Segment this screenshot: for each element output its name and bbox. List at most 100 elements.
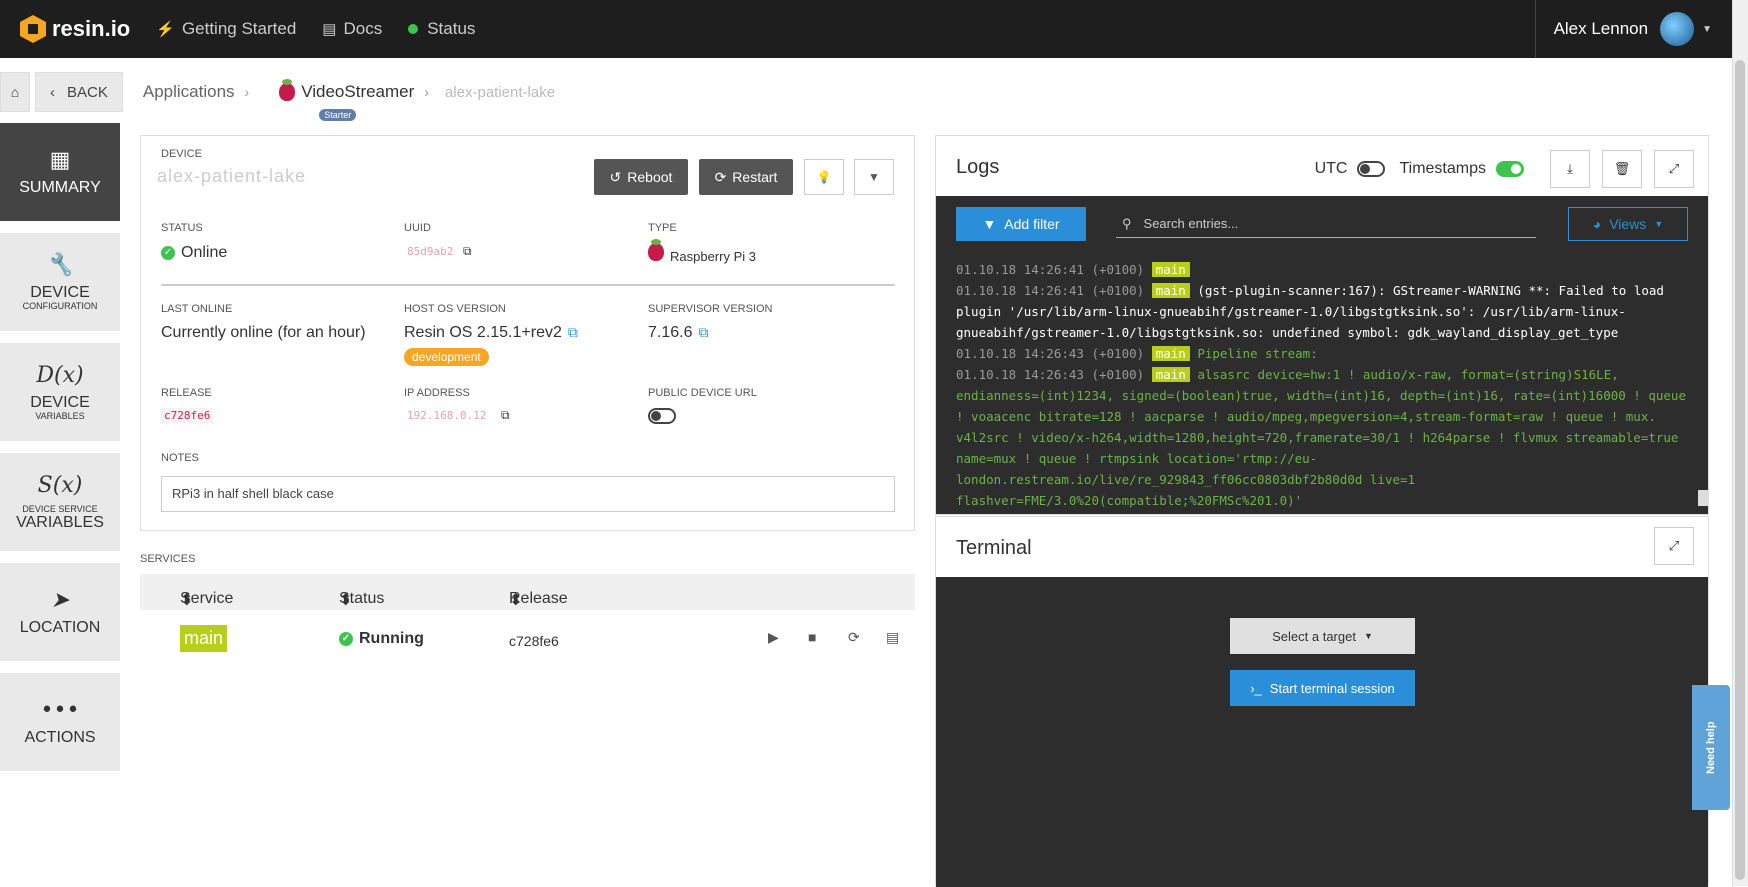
nav-docs[interactable]: ▤ Docs (322, 19, 382, 39)
public-url-toggle[interactable] (648, 408, 676, 424)
nav-getting-started[interactable]: ⚡ Getting Started (156, 19, 296, 39)
play-icon[interactable]: ▶ (768, 629, 779, 646)
reboot-icon: ↺ (609, 168, 622, 185)
terminal-body: Select a target ▼ ›_ Start terminal sessio… (936, 577, 1708, 887)
sidebar-item-device-service-variables[interactable]: S(x) DEVICE SERVICE VARIABLES (0, 453, 120, 551)
restart-label: Restart (732, 169, 778, 185)
host-os-label: HOST OS VERSION (404, 303, 506, 315)
external-link-icon[interactable]: ⧉ (568, 324, 578, 340)
clear-logs-button[interactable]: 🗑 (1602, 150, 1642, 188)
uuid-value: 85d9ab2 (407, 245, 454, 258)
sidebar: ▦ SUMMARY 🔧 DEVICE CONFIGURATION D(x) DE… (0, 123, 120, 783)
bolt-icon: ⚡ (156, 21, 175, 38)
need-help-tab[interactable]: Need help (1692, 685, 1730, 810)
utc-toggle[interactable] (1357, 161, 1386, 177)
logs-panel: Logs UTC Timestamps ⤓ 🗑 ⤢ ▼ Add filter ⚲ S… (935, 135, 1709, 515)
divider (161, 284, 895, 286)
add-filter-label: Add filter (1004, 216, 1060, 232)
sidebar-item-device-variables[interactable]: D(x) DEVICE VARIABLES (0, 343, 120, 441)
copy-icon[interactable]: ⧉ (501, 408, 510, 423)
copy-icon[interactable]: ⧉ (463, 244, 472, 259)
sidebar-label: VARIABLES (16, 513, 104, 531)
log-scrollbar[interactable] (1698, 490, 1708, 506)
restart-service-icon[interactable]: ⟳ (848, 629, 860, 646)
identify-button[interactable]: 💡 (804, 159, 844, 195)
log-line: 01.10.18 14:26:43 (+0100) main Pipeline … (956, 343, 1696, 364)
nav-status[interactable]: Status (408, 19, 475, 39)
status-dot-icon (408, 24, 419, 34)
sidebar-item-device-configuration[interactable]: 🔧 DEVICE CONFIGURATION (0, 233, 120, 331)
page-scrollbar[interactable] (1732, 0, 1748, 886)
logs-controls: UTC Timestamps ⤓ 🗑 ⤢ (1315, 150, 1694, 188)
reboot-button[interactable]: ↺ Reboot (594, 159, 688, 195)
logo-text: resin.io (52, 16, 131, 41)
scroll-thumb[interactable] (1735, 60, 1745, 880)
raspberry-pi-icon (648, 239, 664, 261)
log-line: 01.10.18 14:26:43 (+0100) main alsasrc d… (956, 364, 1696, 511)
views-label: Views (1609, 216, 1647, 232)
timestamps-label: Timestamps (1399, 160, 1486, 177)
device-section-label: DEVICE (161, 148, 202, 160)
search-input[interactable]: ⚲ Search entries... (1116, 210, 1536, 238)
avatar (1660, 12, 1695, 46)
stop-icon[interactable]: ■ (808, 629, 816, 645)
crumb-app[interactable]: VideoStreamer Starter (279, 79, 415, 121)
timestamps-toggle[interactable] (1496, 161, 1524, 177)
ellipsis-icon: ••• (40, 697, 80, 723)
ip-label: IP ADDRESS (404, 387, 470, 399)
log-service-tag: main (1151, 262, 1190, 277)
expand-terminal-button[interactable]: ⤢ (1654, 527, 1694, 565)
notes-textarea[interactable]: RPi3 in half shell black case (161, 476, 895, 512)
sidebar-item-location[interactable]: ➤ LOCATION (0, 563, 120, 661)
terminal-header: Terminal ⤢ (936, 517, 1708, 577)
utc-label: UTC (1314, 160, 1348, 177)
device-name[interactable]: alex-patient-lake (157, 166, 306, 187)
expand-logs-button[interactable]: ⤢ (1654, 150, 1694, 188)
start-terminal-button[interactable]: ›_ Start terminal session (1230, 670, 1415, 706)
chevron-down-icon: ▼ (1654, 219, 1664, 229)
terminal-icon[interactable]: ▤ (886, 629, 899, 646)
chevron-down-icon: ▼ (868, 170, 880, 184)
sidebar-sublabel: DEVICE SERVICE (22, 503, 98, 514)
status-label: STATUS (161, 222, 203, 234)
home-button[interactable]: ⌂ (0, 72, 30, 112)
expand-icon: ⤢ (1668, 538, 1680, 553)
sidebar-item-summary[interactable]: ▦ SUMMARY (0, 123, 120, 221)
select-target-label: Select a target (1272, 628, 1356, 644)
table-row: main ✓ Running c728fe6 ▶ ■ ⟳ ▤ (140, 615, 915, 665)
views-dropdown[interactable]: ◕ Views ▼ (1568, 207, 1688, 241)
release-value[interactable]: c728fe6 (161, 408, 214, 423)
app-name: VideoStreamer Starter (301, 82, 415, 121)
service-status-text: Running (359, 630, 424, 647)
user-menu[interactable]: Alex Lennon ▼ (1534, 0, 1732, 58)
add-filter-button[interactable]: ▼ Add filter (956, 207, 1086, 241)
log-message: Pipeline stream: (1197, 346, 1318, 361)
sidebar-sublabel: CONFIGURATION (22, 301, 98, 312)
crumb-device[interactable]: alex-patient-lake (445, 84, 555, 101)
select-target-dropdown[interactable]: Select a target ▼ (1230, 618, 1415, 654)
search-icon: ⚲ (1122, 215, 1132, 231)
crumb-applications[interactable]: Applications (143, 82, 235, 102)
sidebar-label: DEVICE (30, 283, 90, 301)
last-online-value: Currently online (for an hour) (161, 324, 366, 341)
external-link-icon[interactable]: ⧉ (698, 324, 708, 340)
type-value: Raspberry Pi 3 (648, 239, 756, 264)
ip-value: 192.168.0.12 (407, 409, 487, 422)
services-table-header: Service ⬍ Status ⬍ Release ⬍ (140, 574, 915, 610)
service-status: ✓ Running (339, 630, 424, 648)
grid-icon: ▦ (49, 147, 71, 173)
download-logs-button[interactable]: ⤓ (1550, 150, 1590, 188)
supervisor-value: 7.16.6 ⧉ (648, 324, 708, 342)
app-name-text: VideoStreamer (301, 82, 415, 101)
type-label: TYPE (648, 222, 677, 234)
back-button[interactable]: ‹ BACK (35, 72, 123, 112)
status-value: ✓ Online (161, 244, 227, 262)
need-help-label: Need help (1705, 721, 1717, 774)
device-actions-dropdown[interactable]: ▼ (854, 159, 894, 195)
chevron-right-icon: › (244, 84, 250, 100)
function-s-icon: S(x) (37, 472, 83, 498)
resin-logo[interactable]: resin.io (20, 15, 130, 43)
restart-button[interactable]: ⟳ Restart (699, 159, 793, 195)
pie-chart-icon: ◕ (1592, 216, 1602, 232)
sidebar-item-actions[interactable]: ••• ACTIONS (0, 673, 120, 771)
